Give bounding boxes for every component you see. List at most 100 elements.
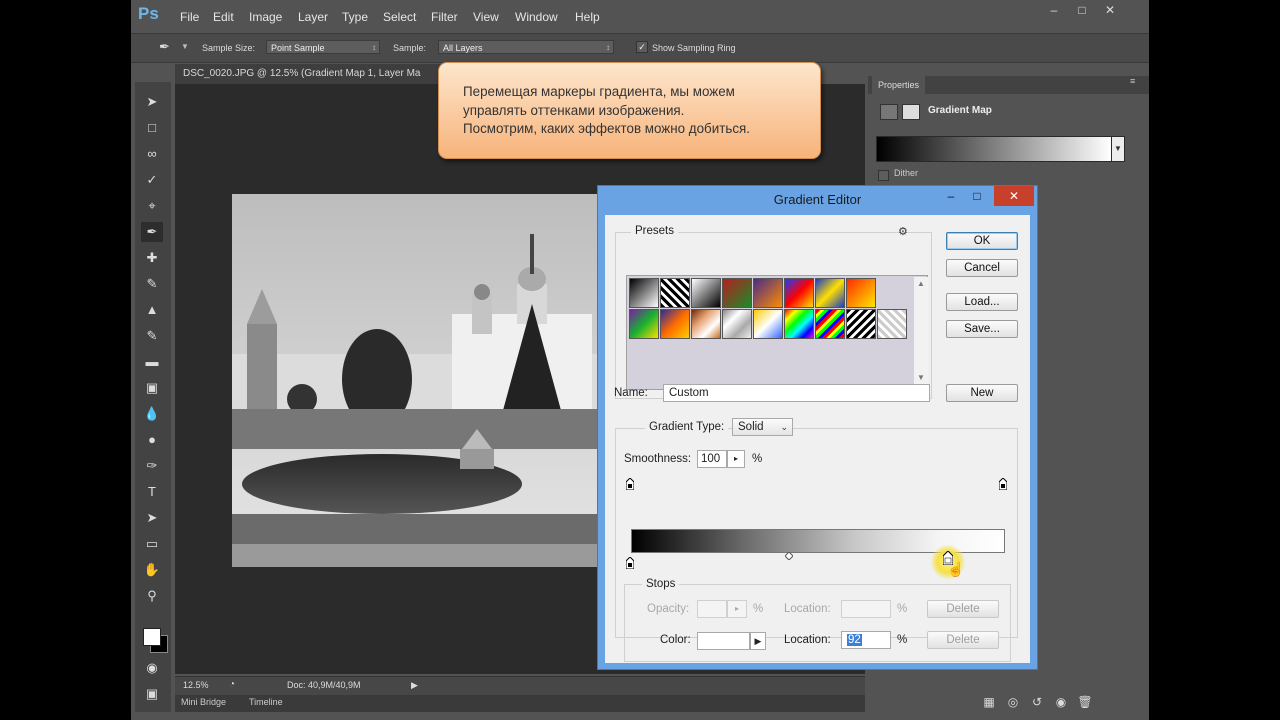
move-tool-icon[interactable]: ➤: [141, 92, 163, 112]
dialog-minimize-icon[interactable]: –: [938, 186, 964, 206]
preset-swatch[interactable]: [722, 309, 752, 339]
preset-swatch[interactable]: [753, 309, 783, 339]
save-button[interactable]: Save...: [946, 320, 1018, 338]
zoom-tool-icon[interactable]: ⚲: [141, 586, 163, 606]
menu-edit[interactable]: Edit: [213, 10, 234, 24]
view-previous-state-icon[interactable]: ◎: [1004, 695, 1022, 711]
preset-swatch[interactable]: [815, 309, 845, 339]
gradient-tool-icon[interactable]: ▣: [141, 378, 163, 398]
presets-scrollbar[interactable]: ▲ ▼: [914, 277, 928, 388]
gradient-map-preview[interactable]: [876, 136, 1112, 162]
clip-to-layer-icon[interactable]: ▦: [980, 695, 998, 711]
preset-swatch[interactable]: [691, 278, 721, 308]
opacity-stop-right[interactable]: [999, 478, 1007, 490]
preset-swatch[interactable]: [753, 278, 783, 308]
menu-file[interactable]: File: [180, 10, 199, 24]
maximize-icon[interactable]: □: [1071, 2, 1093, 18]
ok-button[interactable]: OK: [946, 232, 1018, 250]
quick-mask-icon[interactable]: ◉: [141, 658, 163, 678]
smoothness-arrow-icon[interactable]: ▸: [727, 450, 745, 468]
scroll-down-icon[interactable]: ▼: [917, 373, 925, 382]
pen-tool-icon[interactable]: ✑: [141, 456, 163, 476]
preset-swatch[interactable]: [691, 309, 721, 339]
document-info-icon[interactable]: ◔: [229, 679, 235, 690]
brush-tool-icon[interactable]: ✎: [141, 274, 163, 294]
preset-swatch[interactable]: [629, 309, 659, 339]
opacity-delete-button[interactable]: Delete: [927, 600, 999, 618]
opacity-arrow-icon[interactable]: ▸: [727, 600, 747, 618]
menu-image[interactable]: Image: [249, 10, 282, 24]
opacity-location-field[interactable]: [841, 600, 891, 618]
eyedropper-tool-icon[interactable]: ✒: [141, 222, 163, 242]
dialog-maximize-icon[interactable]: □: [964, 186, 990, 206]
color-stop-left[interactable]: [626, 557, 634, 569]
preset-swatch[interactable]: [784, 309, 814, 339]
panel-menu-icon[interactable]: ≡: [1130, 76, 1135, 86]
crop-tool-icon[interactable]: ⌖: [141, 196, 163, 216]
marquee-tool-icon[interactable]: □: [141, 118, 163, 138]
close-icon[interactable]: ✕: [1099, 2, 1121, 18]
load-button[interactable]: Load...: [946, 293, 1018, 311]
opacity-field[interactable]: [697, 600, 727, 618]
sample-size-select[interactable]: Point Sample ↕: [266, 40, 380, 54]
status-menu-arrow-icon[interactable]: ▶: [411, 680, 418, 691]
preset-swatch[interactable]: [660, 278, 690, 308]
menu-help[interactable]: Help: [575, 10, 600, 24]
menu-window[interactable]: Window: [515, 10, 558, 24]
foreground-color-swatch[interactable]: [143, 628, 161, 646]
preset-swatch[interactable]: [846, 309, 876, 339]
preset-swatch[interactable]: [660, 309, 690, 339]
hand-tool-icon[interactable]: ✋: [141, 560, 163, 580]
menu-filter[interactable]: Filter: [431, 10, 458, 24]
preset-swatch[interactable]: [815, 278, 845, 308]
clone-stamp-tool-icon[interactable]: ▲: [141, 300, 163, 320]
stop-color-swatch[interactable]: [697, 632, 750, 650]
show-ring-checkbox[interactable]: ✓: [636, 41, 648, 53]
tool-preset-dropdown-icon[interactable]: ▼: [181, 42, 189, 51]
reset-icon[interactable]: ↺: [1028, 695, 1046, 711]
color-location-field[interactable]: 92: [841, 631, 891, 649]
dialog-close-icon[interactable]: ✕: [994, 186, 1034, 206]
menu-type[interactable]: Type: [342, 10, 368, 24]
lasso-tool-icon[interactable]: ∞: [141, 144, 163, 164]
tab-properties[interactable]: Properties: [872, 76, 926, 94]
menu-layer[interactable]: Layer: [298, 10, 328, 24]
new-button[interactable]: New: [946, 384, 1018, 402]
smoothness-field[interactable]: 100: [697, 450, 727, 468]
dodge-tool-icon[interactable]: ●: [141, 430, 163, 450]
blur-tool-icon[interactable]: 💧: [141, 404, 163, 424]
menu-select[interactable]: Select: [383, 10, 416, 24]
opacity-stop-left[interactable]: [626, 478, 634, 490]
healing-brush-tool-icon[interactable]: ✚: [141, 248, 163, 268]
gradient-dropdown-icon[interactable]: ▼: [1111, 136, 1125, 162]
dither-checkbox[interactable]: [878, 170, 889, 181]
presets-gear-icon[interactable]: ⚙: [898, 225, 908, 238]
name-field[interactable]: Custom: [663, 384, 930, 402]
trash-icon[interactable]: 🗑: [1076, 695, 1094, 711]
preset-swatch[interactable]: [877, 309, 907, 339]
history-brush-tool-icon[interactable]: ✎: [141, 326, 163, 346]
preset-swatch[interactable]: [784, 278, 814, 308]
quick-select-tool-icon[interactable]: ✓: [141, 170, 163, 190]
color-delete-button[interactable]: Delete: [927, 631, 999, 649]
color-menu-arrow-icon[interactable]: ▶: [750, 632, 766, 650]
path-selection-tool-icon[interactable]: ➤: [141, 508, 163, 528]
midpoint-diamond-icon[interactable]: [785, 552, 793, 560]
visibility-eye-icon[interactable]: ◉: [1052, 695, 1070, 711]
tab-mini-bridge[interactable]: Mini Bridge: [181, 697, 226, 707]
screen-mode-icon[interactable]: ▣: [141, 684, 163, 704]
sample-select[interactable]: All Layers ↕: [438, 40, 614, 54]
eyedropper-icon[interactable]: ✒: [159, 39, 170, 55]
tab-timeline[interactable]: Timeline: [249, 697, 283, 707]
shape-tool-icon[interactable]: ▭: [141, 534, 163, 554]
menu-view[interactable]: View: [473, 10, 499, 24]
scroll-up-icon[interactable]: ▲: [917, 279, 925, 288]
preset-swatch[interactable]: [722, 278, 752, 308]
gradient-type-select[interactable]: Solid ⌄: [732, 418, 793, 436]
type-tool-icon[interactable]: T: [141, 482, 163, 502]
layer-mask-icon[interactable]: [902, 104, 920, 120]
preset-swatch[interactable]: [846, 278, 876, 308]
eraser-tool-icon[interactable]: ▬: [141, 352, 163, 372]
zoom-level[interactable]: 12.5%: [183, 680, 209, 690]
cancel-button[interactable]: Cancel: [946, 259, 1018, 277]
